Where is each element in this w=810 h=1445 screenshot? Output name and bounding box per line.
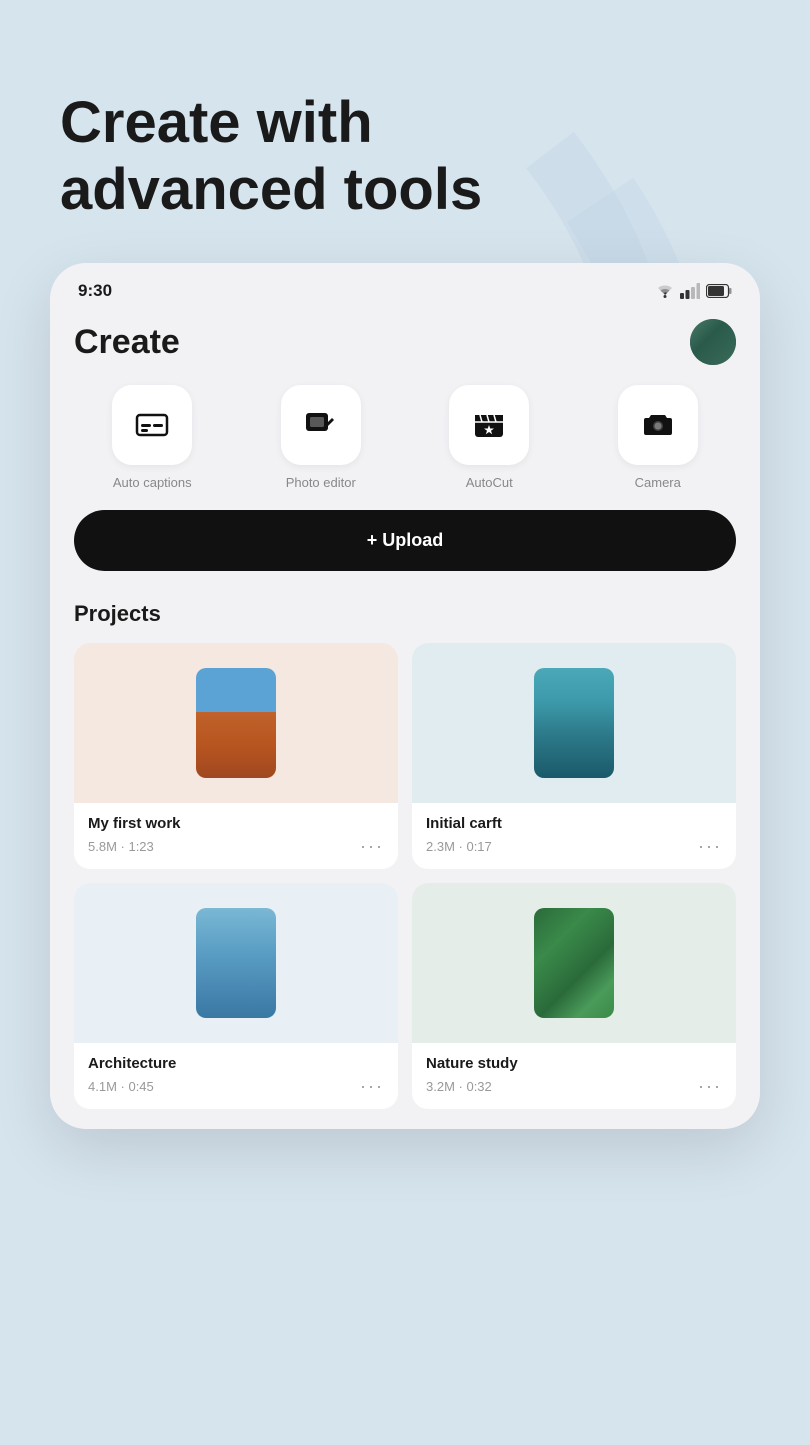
project-more-2[interactable]: ··· bbox=[698, 836, 722, 857]
project-info-3: Architecture 4.1M · 0:45 ··· bbox=[74, 1043, 398, 1109]
header-section: Create with advanced tools bbox=[0, 0, 810, 263]
project-thumbnail-1 bbox=[74, 643, 398, 803]
project-thumbnail-3 bbox=[74, 883, 398, 1043]
upload-button-label: + Upload bbox=[367, 530, 444, 551]
project-card-2[interactable]: Initial carft 2.3M · 0:17 ··· bbox=[412, 643, 736, 869]
status-bar: 9:30 bbox=[50, 263, 760, 311]
project-name-1: My first work bbox=[88, 815, 384, 832]
project-more-3[interactable]: ··· bbox=[360, 1076, 384, 1097]
auto-captions-icon-box bbox=[112, 385, 192, 465]
camera-icon bbox=[641, 408, 675, 442]
create-title: Create bbox=[74, 323, 180, 362]
project-info-4: Nature study 3.2M · 0:32 ··· bbox=[412, 1043, 736, 1109]
thumb-image-2 bbox=[534, 668, 614, 778]
app-header: Create bbox=[50, 311, 760, 385]
camera-label: Camera bbox=[635, 475, 681, 490]
camera-icon-box bbox=[618, 385, 698, 465]
project-meta-row-2: 2.3M · 0:17 ··· bbox=[426, 836, 722, 857]
auto-captions-label: Auto captions bbox=[113, 475, 192, 490]
project-thumbnail-2 bbox=[412, 643, 736, 803]
project-meta-row-3: 4.1M · 0:45 ··· bbox=[88, 1076, 384, 1097]
phone-card: 9:30 Create bbox=[50, 263, 760, 1129]
project-thumbnail-4 bbox=[412, 883, 736, 1043]
status-icons bbox=[656, 283, 732, 299]
project-meta-3: 4.1M · 0:45 bbox=[88, 1079, 154, 1094]
project-meta-row-1: 5.8M · 1:23 ··· bbox=[88, 836, 384, 857]
project-more-1[interactable]: ··· bbox=[360, 836, 384, 857]
projects-section: Projects My first work 5.8M · 1:23 ··· bbox=[50, 601, 760, 1109]
tool-autocut[interactable]: AutoCut bbox=[411, 385, 568, 490]
photo-editor-icon-box bbox=[281, 385, 361, 465]
project-name-4: Nature study bbox=[426, 1055, 722, 1072]
tool-photo-editor[interactable]: Photo editor bbox=[243, 385, 400, 490]
tool-auto-captions[interactable]: Auto captions bbox=[74, 385, 231, 490]
projects-grid: My first work 5.8M · 1:23 ··· Initial ca… bbox=[74, 643, 736, 1109]
project-info-2: Initial carft 2.3M · 0:17 ··· bbox=[412, 803, 736, 869]
project-meta-1: 5.8M · 1:23 bbox=[88, 839, 154, 854]
avatar-image bbox=[690, 319, 736, 365]
autocut-icon bbox=[472, 408, 506, 442]
captions-icon bbox=[135, 408, 169, 442]
project-info-1: My first work 5.8M · 1:23 ··· bbox=[74, 803, 398, 869]
project-meta-4: 3.2M · 0:32 bbox=[426, 1079, 492, 1094]
project-name-3: Architecture bbox=[88, 1055, 384, 1072]
tools-grid: Auto captions Photo editor bbox=[74, 385, 736, 490]
photo-edit-icon bbox=[304, 408, 338, 442]
projects-title: Projects bbox=[74, 601, 736, 627]
project-name-2: Initial carft bbox=[426, 815, 722, 832]
photo-editor-label: Photo editor bbox=[286, 475, 356, 490]
project-meta-2: 2.3M · 0:17 bbox=[426, 839, 492, 854]
project-meta-row-4: 3.2M · 0:32 ··· bbox=[426, 1076, 722, 1097]
thumb-image-1 bbox=[196, 668, 276, 778]
project-card-3[interactable]: Architecture 4.1M · 0:45 ··· bbox=[74, 883, 398, 1109]
avatar[interactable] bbox=[690, 319, 736, 365]
autocut-label: AutoCut bbox=[466, 475, 513, 490]
upload-button[interactable]: + Upload bbox=[74, 510, 736, 571]
project-card-1[interactable]: My first work 5.8M · 1:23 ··· bbox=[74, 643, 398, 869]
autocut-icon-box bbox=[449, 385, 529, 465]
project-more-4[interactable]: ··· bbox=[698, 1076, 722, 1097]
signal-icon bbox=[680, 283, 700, 299]
battery-icon bbox=[706, 284, 732, 298]
status-time: 9:30 bbox=[78, 281, 112, 301]
tool-camera[interactable]: Camera bbox=[580, 385, 737, 490]
thumb-image-4 bbox=[534, 908, 614, 1018]
project-card-4[interactable]: Nature study 3.2M · 0:32 ··· bbox=[412, 883, 736, 1109]
wifi-icon bbox=[656, 284, 674, 298]
page-main-title: Create with advanced tools bbox=[60, 90, 750, 223]
tools-section: Auto captions Photo editor bbox=[50, 385, 760, 571]
thumb-image-3 bbox=[196, 908, 276, 1018]
